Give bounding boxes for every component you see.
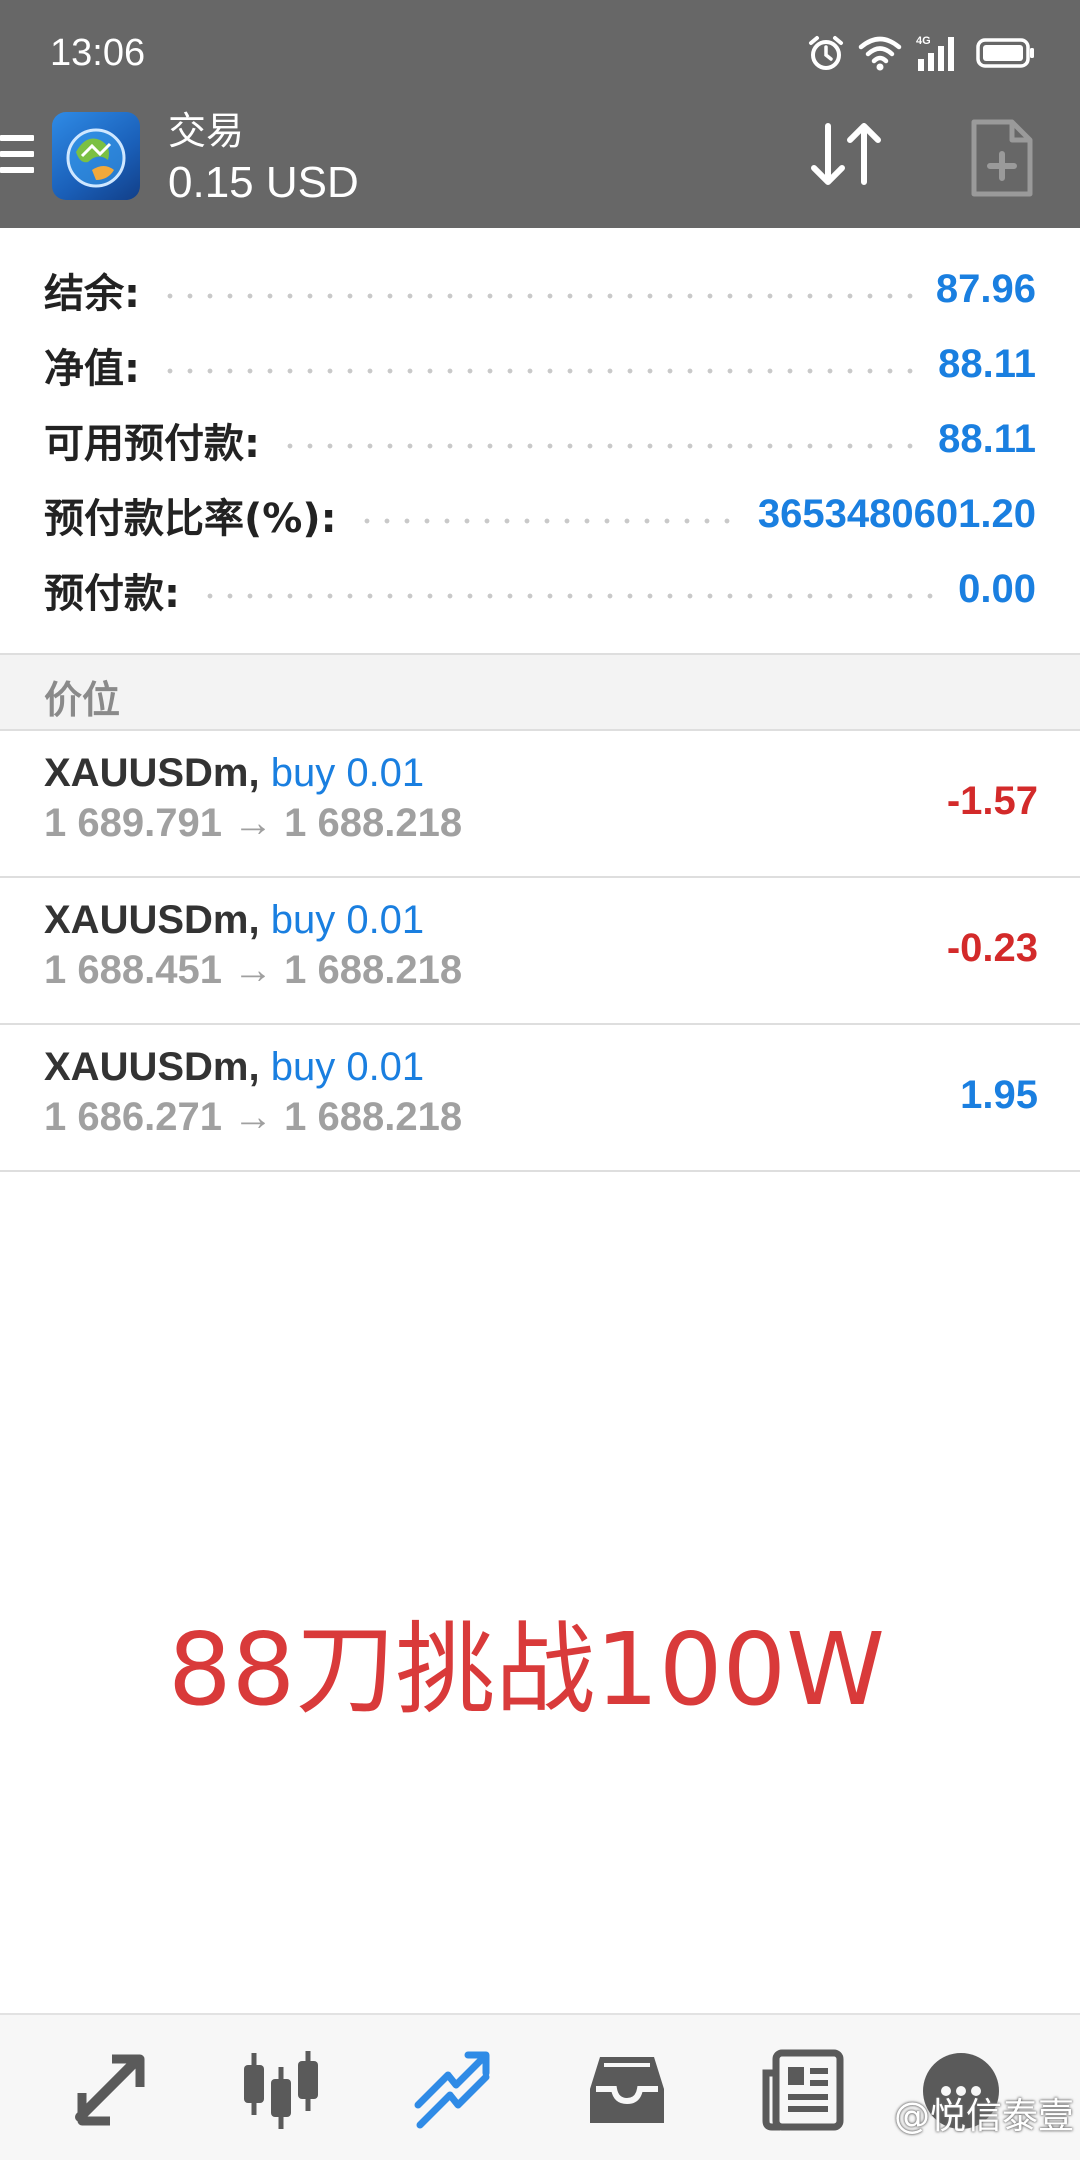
battery-icon xyxy=(976,38,1034,68)
news-icon[interactable] xyxy=(758,2045,848,2135)
position-profit: 1.95 xyxy=(960,1073,1038,1117)
margin-level-value: 3653480601.20 xyxy=(757,492,1036,536)
trade-icon[interactable] xyxy=(408,2045,498,2135)
app-title: 交易 xyxy=(168,109,245,153)
leader-dots xyxy=(200,592,939,599)
position-row[interactable]: XAUUSDm, buy 0.01 1 689.791 → 1 688.218 … xyxy=(0,731,1080,878)
chart-icon[interactable] xyxy=(236,2045,326,2135)
quotes-icon[interactable] xyxy=(66,2045,156,2135)
new-order-icon[interactable] xyxy=(970,118,1034,198)
wifi-icon xyxy=(858,36,902,71)
margin-value: 0.00 xyxy=(958,567,1036,611)
account-summary: 结余: 87.96 净值: 88.11 可用预付款: 88.11 预付款比率(%… xyxy=(0,228,1080,653)
position-type: buy 0.01 xyxy=(270,898,425,942)
position-symbol: XAUUSDm, xyxy=(44,751,260,795)
summary-row-margin-level: 预付款比率(%): 3653480601.20 xyxy=(44,477,1036,552)
account-currency-total: 0.15 USD xyxy=(168,158,359,207)
leader-dots xyxy=(160,367,919,374)
free-margin-value: 88.11 xyxy=(938,417,1036,461)
app-logo xyxy=(52,112,140,200)
bottom-navigation: @悦信泰壹 xyxy=(0,2013,1080,2160)
position-row[interactable]: XAUUSDm, buy 0.01 1 688.451 → 1 688.218 … xyxy=(0,878,1080,1025)
margin-label: 预付款: xyxy=(44,570,180,617)
signal-4g-icon: 4G xyxy=(916,35,954,71)
summary-row-free-margin: 可用预付款: 88.11 xyxy=(44,402,1036,477)
position-prices: 1 686.271 → 1 688.218 xyxy=(44,1095,463,1139)
position-type: buy 0.01 xyxy=(270,751,425,795)
leader-dots xyxy=(356,517,738,524)
overlay-caption: 88刀挑战100W xyxy=(168,1611,885,1728)
balance-value: 87.96 xyxy=(935,267,1036,311)
app-header: 13:06 4G 交易 0.15 USD xyxy=(0,0,1080,228)
status-icons: 4G xyxy=(806,30,1036,76)
alarm-icon xyxy=(809,36,843,70)
equity-label: 净值: xyxy=(44,345,140,392)
status-time: 13:06 xyxy=(50,32,146,74)
balance-label: 结余: xyxy=(44,270,140,317)
positions-section-header: 价位 xyxy=(0,653,1080,731)
position-symbol: XAUUSDm, xyxy=(44,898,260,942)
section-title: 价位 xyxy=(44,678,121,722)
sort-icon[interactable] xyxy=(806,118,886,190)
position-type: buy 0.01 xyxy=(270,1045,425,1089)
leader-dots xyxy=(280,442,919,449)
menu-icon[interactable] xyxy=(0,135,34,183)
position-profit: -1.57 xyxy=(946,779,1038,823)
equity-value: 88.11 xyxy=(938,342,1036,386)
summary-row-margin: 预付款: 0.00 xyxy=(44,552,1036,627)
position-prices: 1 688.451 → 1 688.218 xyxy=(44,948,463,992)
position-prices: 1 689.791 → 1 688.218 xyxy=(44,801,463,845)
position-profit: -0.23 xyxy=(946,926,1038,970)
free-margin-label: 可用预付款: xyxy=(44,420,260,467)
position-row[interactable]: XAUUSDm, buy 0.01 1 686.271 → 1 688.218 … xyxy=(0,1025,1080,1172)
position-symbol: XAUUSDm, xyxy=(44,1045,260,1089)
summary-row-equity: 净值: 88.11 xyxy=(44,327,1036,402)
leader-dots xyxy=(160,292,916,299)
margin-level-label: 预付款比率(%): xyxy=(44,495,337,542)
summary-row-balance: 结余: 87.96 xyxy=(44,252,1036,327)
network-label: 4G xyxy=(916,35,931,47)
watermark: @悦信泰壹 xyxy=(893,2096,1074,2137)
history-icon[interactable] xyxy=(582,2045,672,2135)
